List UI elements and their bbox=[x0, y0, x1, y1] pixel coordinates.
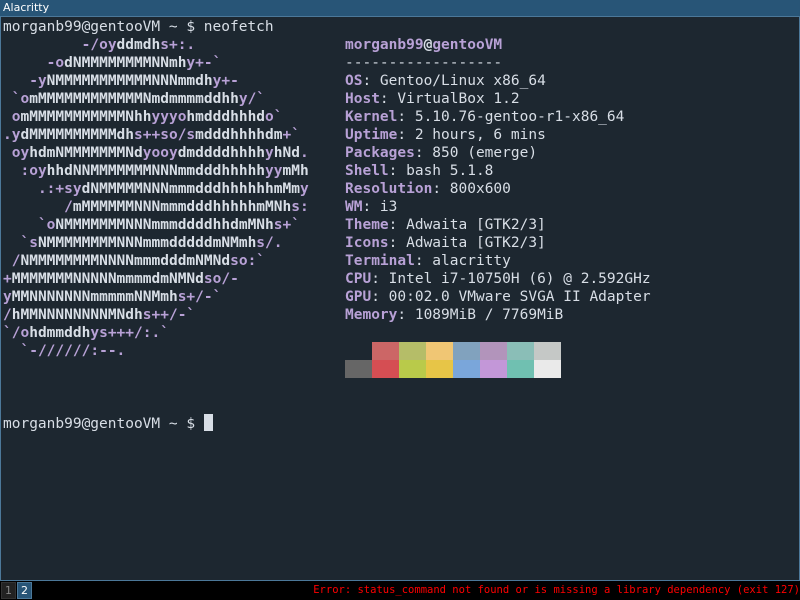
logo-line: -/oyddmdhs+:. bbox=[81, 37, 196, 53]
logo-line: -odNMMMMMMMMNNmhy+-` bbox=[46, 55, 222, 71]
logo-line: `oNMMMMMMMNNNmmmddddhhdmMNhs+` bbox=[37, 217, 300, 233]
info-key: Icons bbox=[345, 235, 389, 251]
window-title: Alacritty bbox=[3, 1, 50, 14]
color-palette-bottom bbox=[345, 360, 561, 378]
logo-line: .:+sydNMMMMMNNNmmmdddhhhhhhmMmy bbox=[37, 181, 309, 197]
info-row: Packages: 850 (emerge) bbox=[345, 144, 537, 162]
info-key: Theme bbox=[345, 217, 389, 233]
logo-line: `sNMMMMMMMMNNNmmmdddddmNMmhs/. bbox=[20, 235, 283, 251]
info-row: WM: i3 bbox=[345, 198, 397, 216]
color-swatch bbox=[372, 342, 399, 360]
color-swatch bbox=[345, 360, 372, 378]
info-value: : 800x600 bbox=[432, 181, 511, 197]
info-key: Kernel bbox=[345, 109, 398, 125]
info-value: : Adwaita [GTK2/3] bbox=[388, 235, 546, 251]
info-key: Host bbox=[345, 91, 380, 107]
info-row: Memory: 1089MiB / 7769MiB bbox=[345, 306, 563, 324]
info-key: Shell bbox=[345, 163, 389, 179]
color-swatch bbox=[453, 342, 480, 360]
logo-line: `omMMMMMMMMMMMMNmdmmmmddhhy/` bbox=[11, 91, 266, 107]
color-swatch bbox=[480, 342, 507, 360]
info-value: : 00:02.0 VMware SVGA II Adapter bbox=[371, 289, 651, 305]
info-row: GPU: 00:02.0 VMware SVGA II Adapter bbox=[345, 288, 651, 306]
color-swatch bbox=[399, 360, 426, 378]
status-error-message: Error: status_command not found or is mi… bbox=[313, 584, 800, 596]
info-key: CPU bbox=[345, 271, 372, 287]
logo-line: yMMNNNNNNNmmmmmNNMmhs+/-` bbox=[3, 289, 222, 305]
logo-line: `/ohdmmddhys+++/:.` bbox=[3, 325, 169, 341]
info-value: : i3 bbox=[362, 199, 398, 215]
logo-line: oyhdmNMMMMMMMNdyooydmddddhhhhyhNd. bbox=[11, 145, 309, 161]
shell-prompt[interactable]: morganb99@gentooVM ~ $ bbox=[3, 414, 213, 432]
info-key: Packages bbox=[345, 145, 415, 161]
logo-line: :oyhhdNNMMMMMMMNNNmmdddhhhhhyymMh bbox=[20, 163, 309, 179]
logo-line: /NMMMMMMMMNNNNmmmdddmNMNdso:` bbox=[11, 253, 266, 269]
window-titlebar[interactable]: Alacritty bbox=[0, 0, 800, 17]
info-value: : 5.10.76-gentoo-r1-x86_64 bbox=[397, 109, 625, 125]
info-user: morganb99 bbox=[345, 37, 424, 53]
info-value: : bash 5.1.8 bbox=[388, 163, 494, 179]
logo-line: omMMMMMMMMMMMNhhyyyohmdddhhhdo` bbox=[11, 109, 283, 125]
color-swatch bbox=[480, 360, 507, 378]
info-value: : 850 (emerge) bbox=[414, 145, 538, 161]
info-row: OS: Gentoo/Linux x86_64 bbox=[345, 72, 546, 90]
logo-line: /mMMMMMMNNNmmmdddhhhhhmMNhs: bbox=[64, 199, 309, 215]
info-value: : alacritty bbox=[414, 253, 511, 269]
info-key: WM bbox=[345, 199, 363, 215]
color-swatch bbox=[372, 360, 399, 378]
info-value: : Intel i7-10750H (6) @ 2.592GHz bbox=[371, 271, 651, 287]
info-key: Resolution bbox=[345, 181, 433, 197]
color-swatch bbox=[399, 342, 426, 360]
logo-line: +MMMMMMMNNNNNmmmmdmNMNdso/- bbox=[3, 271, 239, 287]
info-row: Theme: Adwaita [GTK2/3] bbox=[345, 216, 546, 234]
color-swatch bbox=[453, 360, 480, 378]
logo-line: -yNMMMMMMMMMMMNNNmmdhy+- bbox=[29, 73, 239, 89]
color-swatch bbox=[426, 342, 453, 360]
terminal-window[interactable]: morganb99@gentooVM ~ $ neofetch -/oyddmd… bbox=[0, 17, 800, 581]
info-row: CPU: Intel i7-10750H (6) @ 2.592GHz bbox=[345, 270, 651, 288]
info-key: Uptime bbox=[345, 127, 398, 143]
color-swatch bbox=[534, 360, 561, 378]
text-cursor bbox=[203, 414, 213, 431]
color-swatch bbox=[426, 360, 453, 378]
info-title: morganb99@gentooVM bbox=[345, 36, 502, 54]
color-swatch bbox=[507, 342, 534, 360]
color-palette-top bbox=[345, 342, 561, 360]
i3-statusbar: 1 2 Error: status_command not found or i… bbox=[0, 581, 800, 600]
info-row: Host: VirtualBox 1.2 bbox=[345, 90, 520, 108]
info-value: : Gentoo/Linux x86_64 bbox=[362, 73, 546, 89]
workspace-2-button[interactable]: 2 bbox=[17, 582, 32, 599]
logo-line: .ydMMMMMMMMMMdhs++so/smdddhhhhdm+` bbox=[3, 127, 300, 143]
logo-line: /hMMNNNNNNNNMNdhs++/-` bbox=[3, 307, 196, 323]
color-swatch bbox=[534, 342, 561, 360]
info-key: Terminal bbox=[345, 253, 415, 269]
logo-line: `-//////:--. bbox=[20, 343, 126, 359]
info-key: Memory bbox=[345, 307, 398, 323]
info-value: : 2 hours, 6 mins bbox=[397, 127, 546, 143]
info-key: OS bbox=[345, 73, 363, 89]
command-line: morganb99@gentooVM ~ $ neofetch bbox=[3, 19, 274, 35]
info-row: Icons: Adwaita [GTK2/3] bbox=[345, 234, 546, 252]
workspace-1-button[interactable]: 1 bbox=[1, 582, 16, 599]
info-value: : VirtualBox 1.2 bbox=[379, 91, 520, 107]
info-row: Resolution: 800x600 bbox=[345, 180, 511, 198]
color-swatch bbox=[507, 360, 534, 378]
info-row: Terminal: alacritty bbox=[345, 252, 511, 270]
info-row: Shell: bash 5.1.8 bbox=[345, 162, 493, 180]
info-host: gentooVM bbox=[432, 37, 503, 53]
info-at: @ bbox=[423, 37, 433, 53]
info-separator: ------------------ bbox=[345, 55, 503, 71]
info-row: Uptime: 2 hours, 6 mins bbox=[345, 126, 546, 144]
info-value: : 1089MiB / 7769MiB bbox=[397, 307, 564, 323]
prompt-text: morganb99@gentooVM ~ $ bbox=[3, 416, 204, 432]
info-value: : Adwaita [GTK2/3] bbox=[388, 217, 546, 233]
info-key: GPU bbox=[345, 289, 372, 305]
color-swatch bbox=[345, 342, 372, 360]
info-row: Kernel: 5.10.76-gentoo-r1-x86_64 bbox=[345, 108, 624, 126]
